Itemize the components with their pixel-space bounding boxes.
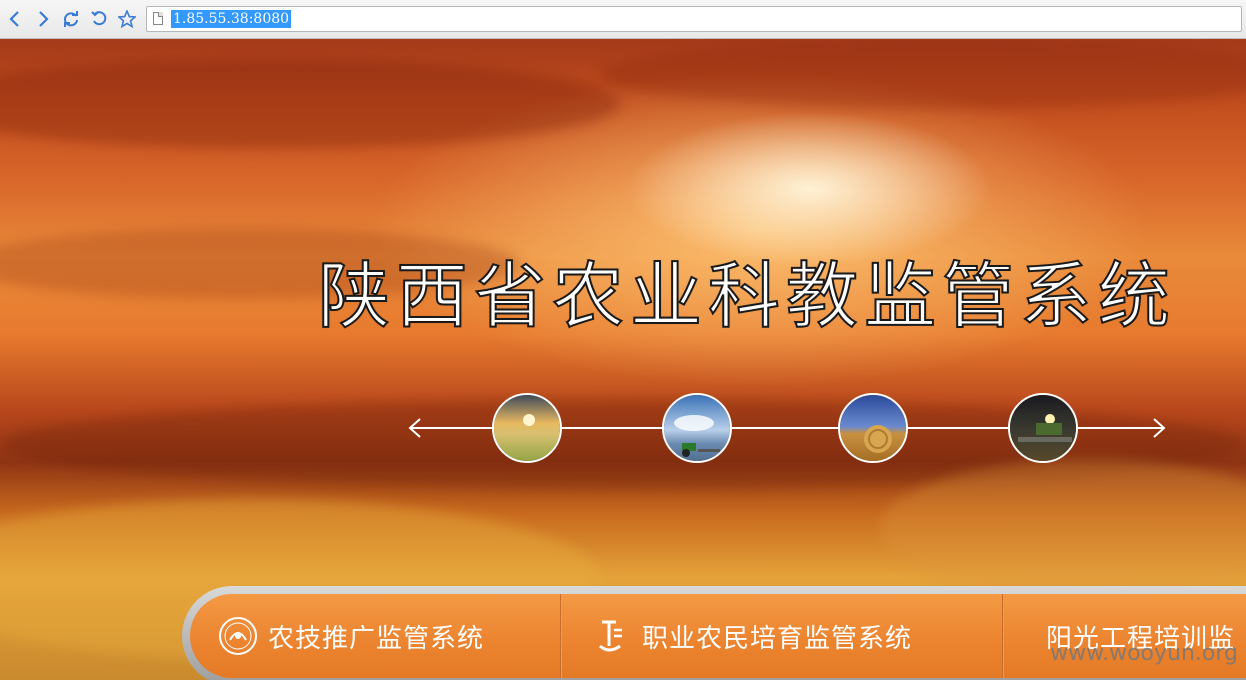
nav-item-professional-farmer[interactable]: 职业农民培育监管系统 — [596, 594, 912, 678]
arrow-left-icon[interactable] — [406, 415, 432, 441]
wheat-field-thumbnail[interactable] — [492, 393, 562, 463]
emblem-icon — [218, 616, 258, 656]
sprout-logo-icon — [596, 616, 626, 656]
undo-icon[interactable] — [88, 8, 110, 30]
tractor-night-thumbnail[interactable] — [1008, 393, 1078, 463]
nav-item-agri-tech-promotion[interactable]: 农技推广监管系统 — [218, 594, 484, 678]
url-text[interactable]: 1.85.55.38:8080 — [171, 10, 292, 28]
nav-item-label: 职业农民培育监管系统 — [642, 623, 913, 654]
star-icon[interactable] — [116, 8, 138, 30]
nav-divider — [560, 594, 562, 678]
tractor-sky-thumbnail[interactable] — [662, 393, 732, 463]
page-icon — [153, 12, 163, 25]
reload-icon[interactable] — [60, 8, 82, 30]
page-title: 陕西省农业科教监管系统 — [317, 253, 1177, 339]
browser-toolbar: 1.85.55.38:8080 — [0, 0, 1246, 39]
nav-item-label: 农技推广监管系统 — [268, 623, 485, 654]
hero-banner: 陕西省农业科教监管系统 农技推广监管系统 职业农民培育监管系统 阳光工程培训监 … — [0, 39, 1246, 680]
chevron-right-icon[interactable] — [32, 8, 54, 30]
arrow-right-icon[interactable] — [1142, 415, 1168, 441]
hay-bale-thumbnail[interactable] — [838, 393, 908, 463]
address-bar[interactable]: 1.85.55.38:8080 — [146, 6, 1242, 32]
chevron-left-icon[interactable] — [4, 8, 26, 30]
nav-divider — [1002, 594, 1004, 678]
watermark: www.wooyun.org — [1050, 641, 1238, 666]
